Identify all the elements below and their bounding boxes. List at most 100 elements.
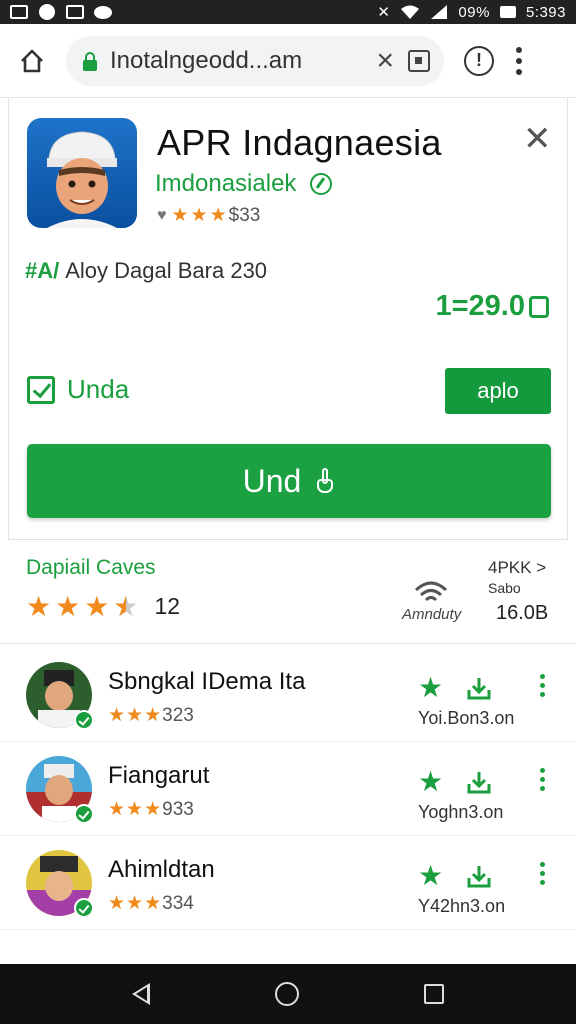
half-star-icon: ★ bbox=[113, 590, 138, 623]
rating-text: 334 bbox=[162, 892, 194, 914]
home-button[interactable] bbox=[12, 41, 52, 81]
star-icon: ★ bbox=[190, 205, 208, 226]
meta-text: Aloy Dagal Bara 230 bbox=[65, 258, 268, 283]
list-item[interactable]: Sbngkal IDema Ita ★ ★ ★ 323 ★ Yoi.Bon3.on bbox=[0, 648, 576, 742]
app-meta: #A/ Aloy Dagal Bara 230 bbox=[25, 258, 267, 284]
list-item-size: Y42hn3.on bbox=[418, 896, 506, 916]
apk-sub: Sabo bbox=[488, 580, 521, 596]
battery-percent: 09% bbox=[458, 3, 490, 21]
rating-count: 12 bbox=[154, 593, 181, 619]
star-icon: ★ bbox=[144, 799, 162, 820]
install-button-label: Und bbox=[242, 462, 302, 499]
kebab-menu-icon[interactable] bbox=[540, 674, 545, 697]
star-icon: ★ bbox=[26, 591, 52, 622]
list-item[interactable]: Ahimldtan ★ ★ ★ 334 ★ Y42hn3.on bbox=[0, 836, 576, 930]
star-icon: ★ bbox=[108, 705, 126, 726]
kebab-menu-icon[interactable] bbox=[540, 768, 545, 791]
signal-icon bbox=[431, 5, 448, 19]
battery-icon bbox=[499, 6, 516, 18]
list-item-rating: ★ ★ ★ 334 bbox=[108, 892, 194, 915]
rating-text: 933 bbox=[162, 798, 194, 820]
apk-link[interactable]: 4PKK > bbox=[488, 558, 548, 578]
star-icon: ★ bbox=[144, 705, 162, 726]
list-item[interactable]: Fiangarut ★ ★ ★ 933 ★ Yoghn3.on bbox=[0, 742, 576, 836]
brand-name: Amnduty bbox=[402, 606, 462, 623]
checkbox[interactable] bbox=[27, 375, 55, 404]
developer-row: Imdonasialek bbox=[155, 170, 333, 198]
favorite-star-icon[interactable]: ★ bbox=[418, 674, 443, 702]
messenger-icon bbox=[38, 4, 56, 20]
price: 1=29.0 bbox=[435, 290, 549, 323]
home-circle-icon[interactable] bbox=[274, 982, 299, 1006]
app-list: Sbngkal IDema Ita ★ ★ ★ 323 ★ Yoi.Bon3.on … bbox=[0, 648, 576, 930]
mute-icon: ✕ bbox=[377, 4, 391, 21]
favorite-star-icon[interactable]: ★ bbox=[418, 862, 443, 890]
list-item-title: Ahimldtan bbox=[108, 856, 215, 883]
download-icon[interactable] bbox=[466, 770, 492, 794]
kebab-menu-icon[interactable] bbox=[516, 46, 522, 75]
star-icon: ★ bbox=[55, 591, 81, 622]
status-bar: ✕ 09% 5:393 bbox=[0, 0, 576, 24]
notification-icon bbox=[66, 4, 84, 20]
apk-info[interactable]: 4PKK > Sabo 16.0B bbox=[488, 558, 548, 625]
download-icon[interactable] bbox=[466, 864, 492, 888]
list-item-rating: ★ ★ ★ 323 bbox=[108, 704, 194, 727]
list-item-rating: ★ ★ ★ 933 bbox=[108, 798, 194, 821]
list-item-size: Yoghn3.on bbox=[418, 802, 504, 822]
star-icon: ★ bbox=[108, 893, 126, 914]
wifi-icon bbox=[401, 5, 420, 19]
verified-icon bbox=[310, 173, 333, 195]
brand-logo-icon bbox=[414, 581, 448, 602]
tab-icon[interactable] bbox=[408, 49, 430, 72]
status-right-icons: ✕ 09% 5:393 bbox=[377, 3, 566, 22]
app-icon bbox=[27, 118, 137, 228]
app-card: APR Indagnaesia ✕ Imdonasialek ♥ ★ ★ ★ $… bbox=[8, 98, 568, 540]
verified-badge-icon bbox=[74, 898, 94, 918]
address-bar[interactable]: Inotalngeodd...am × bbox=[66, 35, 444, 86]
recent-apps-icon[interactable] bbox=[423, 984, 444, 1004]
heart-icon: ♥ bbox=[157, 206, 167, 224]
developer-name[interactable]: Imdonasialek bbox=[155, 170, 296, 198]
list-item-title: Fiangarut bbox=[108, 762, 210, 789]
download-icon[interactable] bbox=[466, 676, 492, 700]
screen-cast-icon bbox=[10, 4, 28, 20]
touch-icon bbox=[315, 468, 335, 494]
info-icon[interactable]: ! bbox=[464, 45, 494, 76]
star-icon: ★ bbox=[84, 591, 110, 622]
star-icon: ★ bbox=[171, 205, 189, 226]
close-icon[interactable]: ✕ bbox=[523, 122, 552, 156]
checkbox-row[interactable]: Unda bbox=[27, 374, 129, 405]
system-nav-bar bbox=[0, 964, 576, 1024]
star-icon: ★ bbox=[108, 799, 126, 820]
star-icon: ★ bbox=[126, 893, 144, 914]
meta-tag: #A/ bbox=[25, 258, 60, 283]
verified-badge-icon bbox=[74, 804, 94, 824]
list-item-size: Yoi.Bon3.on bbox=[418, 708, 515, 728]
rating-text: 323 bbox=[162, 704, 194, 726]
star-icon: ★ bbox=[144, 893, 162, 914]
star-icon: ★ bbox=[126, 799, 144, 820]
favorite-star-icon[interactable]: ★ bbox=[418, 768, 443, 796]
clock: 5:393 bbox=[525, 3, 566, 21]
install-button[interactable]: Und bbox=[27, 444, 551, 518]
checkbox-label: Unda bbox=[67, 374, 130, 404]
details-section: Dapiail Caves ★ ★ ★ ★ 12 Amnduty 4PKK > … bbox=[0, 548, 576, 644]
chat-bubble-icon bbox=[94, 4, 112, 20]
lock-icon bbox=[82, 51, 98, 71]
home-icon bbox=[21, 49, 43, 72]
small-action-button[interactable]: aplo bbox=[445, 368, 551, 414]
status-left-icons bbox=[10, 4, 112, 20]
app-rating: ♥ ★ ★ ★ $33 bbox=[157, 204, 260, 227]
apk-size: 16.0B bbox=[496, 602, 549, 624]
close-icon[interactable]: × bbox=[376, 45, 394, 76]
kebab-menu-icon[interactable] bbox=[540, 862, 545, 885]
man-avatar-icon bbox=[47, 131, 117, 228]
url-text[interactable]: Inotalngeodd...am bbox=[110, 47, 368, 75]
star-rating: ★ ★ ★ ★ 12 bbox=[26, 590, 180, 623]
app-title: APR Indagnaesia bbox=[157, 122, 442, 163]
rating-text: $33 bbox=[228, 204, 261, 226]
back-icon[interactable] bbox=[132, 983, 151, 1005]
price-badge-icon bbox=[529, 295, 549, 318]
list-item-title: Sbngkal IDema Ita bbox=[108, 668, 306, 695]
verified-badge-icon bbox=[74, 710, 94, 730]
